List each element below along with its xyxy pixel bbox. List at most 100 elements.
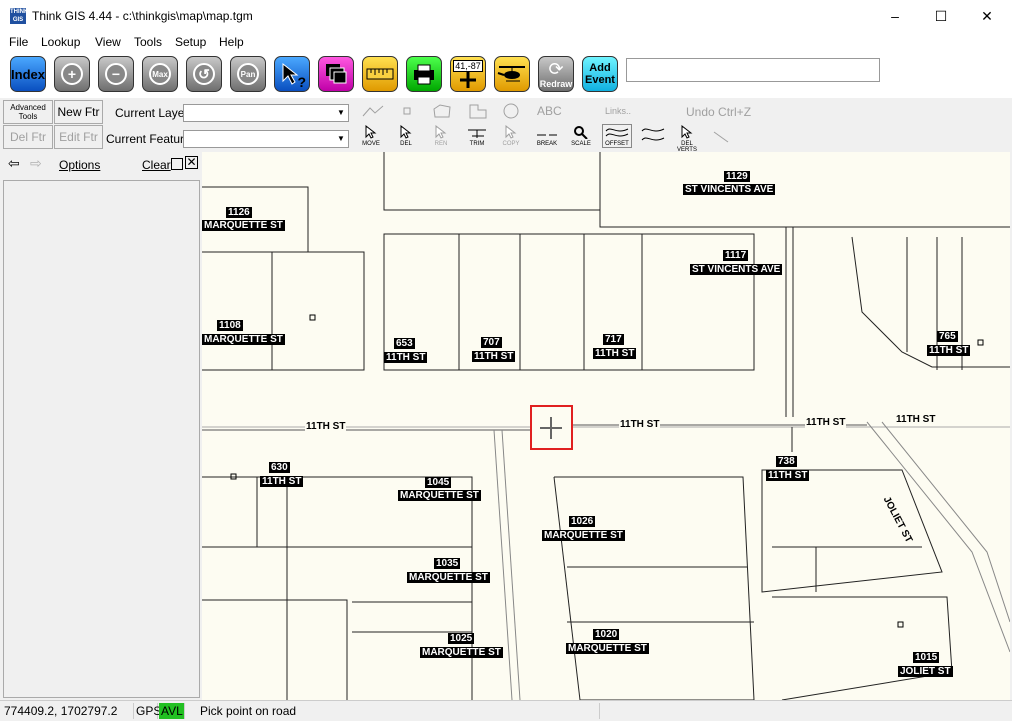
parcel-street: MARQUETTE ST bbox=[542, 530, 625, 541]
parcel-number: 1015 bbox=[913, 652, 940, 663]
restore-icon[interactable] bbox=[171, 158, 183, 170]
parcel-number: 738 bbox=[776, 456, 797, 467]
event-input[interactable] bbox=[626, 58, 880, 82]
menu-help[interactable]: Help bbox=[219, 35, 244, 49]
menu-setup[interactable]: Setup bbox=[175, 35, 206, 49]
zoom-out-button[interactable]: − bbox=[98, 56, 134, 92]
zoom-in-button[interactable]: + bbox=[54, 56, 90, 92]
zoom-out-icon: − bbox=[105, 63, 127, 85]
rename-label: REN bbox=[434, 141, 448, 147]
rectangle-icon[interactable] bbox=[468, 103, 488, 119]
crosshair-icon bbox=[460, 72, 476, 88]
undo-button[interactable]: Undo Ctrl+Z bbox=[686, 105, 751, 119]
options-link[interactable]: Options bbox=[59, 158, 100, 172]
delete-vertices-tool[interactable]: DEL VERTS bbox=[674, 124, 700, 153]
text-abc-button[interactable]: ABC bbox=[537, 104, 562, 118]
add-event-button[interactable]: Add Event bbox=[582, 56, 618, 92]
parcel-street: JOLIET ST bbox=[898, 666, 953, 677]
zoom-previous-icon: ↺ bbox=[193, 63, 215, 85]
panel-close-icon[interactable]: ✕ bbox=[185, 156, 198, 169]
road-label: 11TH ST bbox=[305, 421, 347, 432]
menu-lookup[interactable]: Lookup bbox=[41, 35, 80, 49]
identify-question-icon: ? bbox=[297, 74, 306, 90]
current-layer-label: Current Layer bbox=[115, 106, 189, 120]
results-list[interactable] bbox=[3, 180, 200, 698]
polygon-icon[interactable] bbox=[432, 103, 452, 119]
rename-tool[interactable]: REN bbox=[429, 124, 453, 147]
break-tool[interactable]: BREAK bbox=[534, 125, 560, 147]
circle-icon[interactable] bbox=[502, 102, 520, 120]
minimize-button[interactable]: – bbox=[872, 0, 918, 32]
move-arrow-icon bbox=[365, 124, 377, 139]
gps-indicator: GPS bbox=[136, 703, 162, 719]
close-button[interactable]: ✕ bbox=[964, 0, 1010, 32]
index-button[interactable]: Index bbox=[10, 56, 46, 92]
trim-icon bbox=[468, 129, 486, 138]
redraw-icon: ⟳ bbox=[548, 59, 564, 79]
status-extra bbox=[604, 703, 1012, 719]
back-arrow-icon[interactable]: ⇦ bbox=[8, 155, 20, 172]
advanced-tools-label-1: Advanced bbox=[10, 103, 46, 112]
road-label: 11TH ST bbox=[895, 414, 937, 425]
parcel-street: ST VINCENTS AVE bbox=[690, 264, 783, 275]
menu-bar: File Lookup View Tools Setup Help bbox=[0, 32, 1012, 52]
parcel-street: 11TH ST bbox=[260, 476, 304, 487]
advanced-tools-button[interactable]: Advanced Tools bbox=[3, 100, 53, 124]
zoom-max-button[interactable]: Max bbox=[142, 56, 178, 92]
parcel-street: 11TH ST bbox=[766, 470, 810, 481]
map-canvas[interactable]: 1129 ST VINCENTS AVE 1126 MARQUETTE ST 1… bbox=[202, 152, 1010, 700]
current-feature-select[interactable]: ▼ bbox=[183, 130, 349, 148]
smooth-tool[interactable] bbox=[640, 125, 666, 149]
redraw-label: Redraw bbox=[539, 79, 573, 89]
status-bar: 774409.2, 1702797.2 GPS AVL Pick point o… bbox=[0, 700, 1012, 721]
parcel-number: 1026 bbox=[569, 516, 596, 527]
line-tool-icon[interactable] bbox=[712, 130, 730, 144]
del-ftr-button[interactable]: Del Ftr bbox=[3, 125, 53, 149]
parcel-number: 630 bbox=[269, 462, 290, 473]
delete-tool[interactable]: DEL bbox=[394, 124, 418, 147]
crosshair-cursor-icon bbox=[540, 417, 562, 439]
status-message: Pick point on road bbox=[196, 703, 600, 719]
forward-arrow-icon[interactable]: ⇨ bbox=[30, 155, 42, 172]
helicopter-icon bbox=[497, 66, 525, 82]
trim-tool[interactable]: TRIM bbox=[464, 125, 490, 147]
offset-tool[interactable]: OFFSET bbox=[602, 124, 632, 148]
measure-button[interactable] bbox=[362, 56, 398, 92]
scale-label: SCALE bbox=[571, 141, 591, 147]
coordinates-readout: 774409.2, 1702797.2 bbox=[0, 703, 134, 719]
point-icon[interactable] bbox=[402, 106, 412, 116]
current-feature-label: Current Feature bbox=[106, 132, 191, 146]
break-icon bbox=[537, 134, 557, 136]
edit-ftr-button[interactable]: Edit Ftr bbox=[54, 125, 103, 149]
gps-coords-button[interactable]: 41,-87 bbox=[450, 56, 486, 92]
move-tool[interactable]: MOVE bbox=[359, 124, 383, 147]
copy-tool[interactable]: COPY bbox=[498, 124, 524, 147]
title-bar: THINK GIS Think GIS 4.44 - c:\thinkgis\m… bbox=[0, 0, 1012, 32]
identify-button[interactable]: ? bbox=[274, 56, 310, 92]
pan-button[interactable]: Pan bbox=[230, 56, 266, 92]
dropdown-arrow-icon: ▼ bbox=[337, 108, 345, 117]
menu-file[interactable]: File bbox=[9, 35, 28, 49]
links-button[interactable]: Links.. bbox=[605, 106, 631, 116]
scale-tool[interactable]: SCALE bbox=[568, 125, 594, 147]
scale-magnifier-icon bbox=[574, 126, 588, 140]
menu-tools[interactable]: Tools bbox=[134, 35, 162, 49]
rename-arrow-icon bbox=[435, 124, 447, 139]
parcel-street: MARQUETTE ST bbox=[420, 647, 503, 658]
parcel-number: 1126 bbox=[226, 207, 252, 218]
layers-button[interactable] bbox=[318, 56, 354, 92]
maximize-button[interactable]: ☐ bbox=[918, 0, 964, 32]
clear-link[interactable]: Clear bbox=[142, 158, 171, 172]
layers-icon bbox=[326, 64, 347, 84]
parcel-number: 707 bbox=[481, 337, 502, 348]
menu-view[interactable]: View bbox=[95, 35, 121, 49]
helicopter-button[interactable] bbox=[494, 56, 530, 92]
new-ftr-button[interactable]: New Ftr bbox=[54, 100, 103, 124]
polyline-icon[interactable] bbox=[362, 104, 384, 118]
redraw-button[interactable]: ⟳ Redraw bbox=[538, 56, 574, 92]
zoom-previous-button[interactable]: ↺ bbox=[186, 56, 222, 92]
delete-label: DEL bbox=[400, 141, 412, 147]
printer-icon bbox=[414, 64, 434, 85]
print-button[interactable] bbox=[406, 56, 442, 92]
current-layer-select[interactable]: ▼ bbox=[183, 104, 349, 122]
